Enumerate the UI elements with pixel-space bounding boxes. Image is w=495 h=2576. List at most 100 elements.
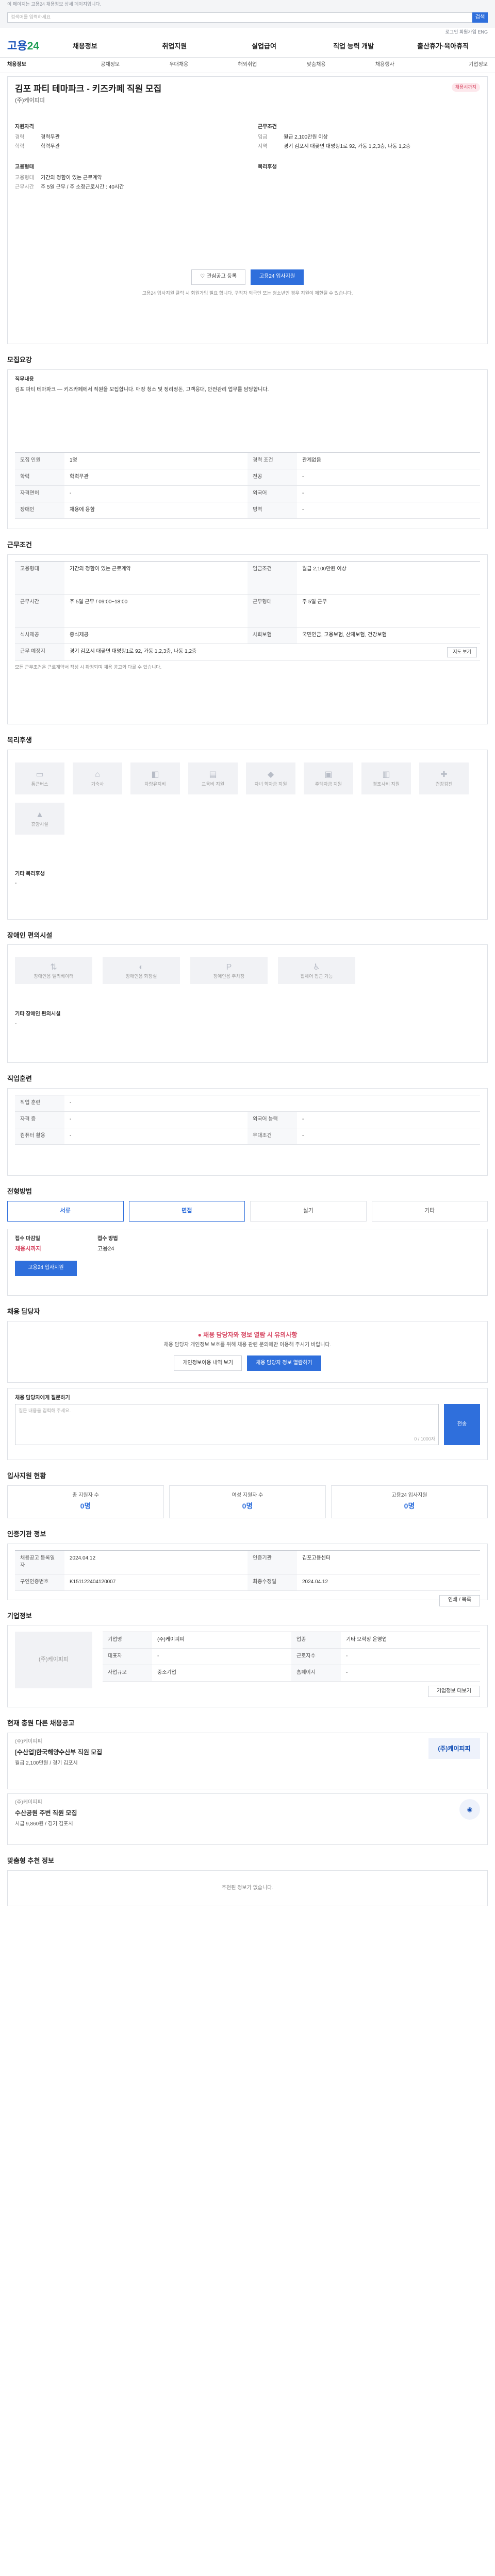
recv-value: 채용시까지 — [15, 1245, 41, 1252]
nav-menu-4[interactable]: 직업 능력 개발 — [309, 42, 399, 52]
facility-tile: ◐ 장애인용 화장실 — [103, 957, 180, 985]
table-row: 고용형태 기간의 정함이 있는 근로계약 임금조건 월급 2,100만원 이상 — [15, 561, 480, 595]
accessibility-section: 장애인 편의시설 ⇅ 장애인용 엘리베이터 ◐ 장애인용 화장실 P 장애인용 주차장… — [7, 931, 488, 1063]
emp-key: 근무시간 — [15, 184, 34, 190]
facility-tile: ⇅ 장애인용 엘리베이터 — [15, 957, 92, 985]
emp-heading: 고용형태 — [15, 164, 34, 171]
emp-value: 주 5일 근무 / 주 소정근로시간 : 40시간 — [41, 184, 124, 190]
welfare-tile: ◆ 자녀 학자금 지원 — [246, 762, 295, 794]
sub-nav-7[interactable]: 기업정보 — [419, 61, 488, 69]
wheelchair-icon: ♿ — [312, 963, 321, 972]
company-section: 기업정보 (주)케이피피 기업명 (주)케이피피 업종 기타 오락장 운영업 대표자 -… — [7, 1612, 488, 1708]
print-button[interactable]: 인쇄 / 목록 — [439, 1595, 480, 1606]
training-section: 직업훈련 직업 훈련 - 자격 증 - 외국어 능력 - 컴퓨터 활용 - 우대조건 - — [7, 1074, 488, 1176]
cond-key: 지역 — [258, 144, 268, 150]
list-corp: (주)케이피피 — [15, 1739, 42, 1745]
money-icon: ▣ — [324, 770, 333, 779]
job-title: 김포 파티 테마파크 - 키즈카페 직원 모집 — [15, 84, 162, 94]
list-title[interactable]: 수산공원 주변 직원 모집 — [15, 1809, 454, 1818]
list-meta: 월급 2,100만원 / 경기 김포시 — [15, 1760, 78, 1767]
welfare-tile: ▭ 통근버스 — [15, 762, 64, 794]
table-row: 근무시간 주 5일 근무 / 09:00~18:00 근무형태 주 5일 근무 — [15, 594, 480, 628]
util-links[interactable]: 로그인 회원가입 ENG — [0, 28, 495, 36]
other-facility-heading: 기타 장애인 편의시설 — [15, 1011, 61, 1018]
training-heading: 직업훈련 — [7, 1075, 32, 1083]
welfare-heading: 복리후생 — [258, 164, 277, 171]
table-row: 장애인 채용에 응함 병역 - — [15, 502, 480, 519]
welfare-tile: ▥ 경조사비 지원 — [361, 762, 411, 794]
sub-nav-1[interactable]: 채용정보 — [7, 61, 76, 69]
apply-button[interactable]: 고용24 입사지원 — [250, 269, 304, 285]
list-item[interactable]: (주)케이피피 [수산업]한국해양수산부 직원 모집 월급 2,100만원 / … — [7, 1733, 488, 1790]
apply-button-2[interactable]: 고용24 입사지원 — [15, 1260, 77, 1276]
send-question-button[interactable]: 전송 — [444, 1404, 480, 1446]
duty-heading: 직무내용 — [15, 376, 34, 382]
sub-nav-2[interactable]: 공채정보 — [76, 61, 144, 69]
alert-icon: ● — [197, 1331, 202, 1338]
company-more-button[interactable]: 기업정보 더보기 — [427, 1686, 480, 1698]
nav-menu-2[interactable]: 취업지원 — [130, 42, 220, 52]
contact-section: 채용 담당자 ● 채용 담당자와 정보 열람 시 유의사항 채용 담당자 개인정… — [7, 1307, 488, 1460]
house-icon: ⌂ — [95, 770, 100, 779]
tab-interview[interactable]: 면접 — [128, 1201, 245, 1222]
view-contact-button[interactable]: 채용 담당자 정보 열람하기 — [247, 1355, 321, 1371]
nav-menu-3[interactable]: 실업급여 — [219, 42, 309, 52]
elevator-icon: ⇅ — [50, 963, 57, 972]
list-title[interactable]: [수산업]한국해양수산부 직원 모집 — [15, 1748, 423, 1757]
search-input[interactable]: 검색어를 입력하세요 — [7, 12, 472, 23]
welfare-tile: ▣ 주택자금 지원 — [304, 762, 353, 794]
recommend-heading: 맞춤형 추천 정보 — [7, 1857, 54, 1865]
search-bar: 검색어를 입력하세요 검색 — [0, 7, 495, 28]
company-logo: (주)케이피피 — [15, 1632, 92, 1689]
detail-table: 모집 인원 1명 경력 조건 관계없음 학력 학력무관 전공 - 자격면허 - 외국어 - 장애인… — [15, 452, 480, 519]
resort-icon: ▲ — [36, 810, 44, 820]
health-icon: ✚ — [440, 770, 448, 779]
table-row: 기업명 (주)케이피피 업종 기타 오락장 운영업 — [103, 1632, 480, 1649]
cond-value: 경기 김포시 대곶면 대명항1로 92, 가동 1,2,3층, 나동 1,2층 — [284, 144, 411, 150]
heart-icon: ♡ — [200, 274, 205, 280]
notice-bar: 이 페이지는 고용24 채용정보 상세 페이지입니다. — [0, 0, 495, 7]
scrap-button[interactable]: ♡ 관심공고 등록 — [191, 269, 245, 285]
sub-nav-4[interactable]: 해외취업 — [213, 61, 282, 69]
facility-tile: ♿ 휠체어 접근 가능 — [278, 957, 355, 985]
tab-practical[interactable]: 실기 — [250, 1201, 367, 1222]
welfare-heading: 복리후생 — [7, 736, 32, 744]
tab-document[interactable]: 서류 — [7, 1201, 124, 1222]
privacy-history-button[interactable]: 개인정보이용 내역 보기 — [174, 1355, 242, 1371]
search-button[interactable]: 검색 — [472, 12, 488, 23]
question-textarea[interactable]: 질문 내용을 입력해 주세요. 0 / 1000자 — [15, 1404, 439, 1446]
list-meta: 시급 9,860원 / 경기 김포시 — [15, 1821, 73, 1827]
table-row: 자격면허 - 외국어 - — [15, 486, 480, 503]
qual-value: 경력무관 — [41, 134, 60, 141]
char-count: 0 / 1000자 — [414, 1436, 435, 1442]
welfare-tile: ✚ 건강검진 — [419, 762, 469, 794]
logo[interactable]: 고용24 — [7, 39, 40, 54]
table-row: 직업 훈련 - — [15, 1095, 480, 1112]
other-facility-value: - — [15, 1021, 17, 1027]
list-item[interactable]: (주)케이피피 수산공원 주변 직원 모집 시급 9,860원 / 경기 김포시… — [7, 1793, 488, 1845]
method-section: 전형방법 서류 면접 실기 기타 접수 마감일 채용시까지 고용24 입사지원 … — [7, 1187, 488, 1296]
list-corp: (주)케이피피 — [15, 1800, 42, 1806]
nav-menu-5[interactable]: 출산휴가·육아휴직 — [398, 42, 488, 52]
company-name[interactable]: (주)케이피피 — [15, 97, 480, 105]
tab-etc[interactable]: 기타 — [371, 1201, 488, 1222]
gift-icon: ▥ — [382, 770, 390, 779]
sub-nav-3[interactable]: 우대채용 — [144, 61, 213, 69]
other-welfare-value: - — [15, 880, 17, 887]
sub-nav-6[interactable]: 채용행사 — [351, 61, 419, 69]
parking-icon: P — [226, 963, 232, 972]
question-heading: 채용 담당자에게 질문하기 — [15, 1395, 70, 1401]
contact-heading: 채용 담당자 — [7, 1308, 40, 1316]
qual-heading: 지원자격 — [15, 124, 34, 130]
sub-nav-5[interactable]: 맞춤채용 — [282, 61, 351, 69]
detail-heading: 모집요강 — [7, 356, 32, 364]
other-welfare-heading: 기타 복리후생 — [15, 871, 45, 877]
detail-section: 모집요강 직무내용 김포 파티 테마파크 — 키즈카페에서 직원을 모집합니다.… — [7, 355, 488, 529]
toilet-icon: ◐ — [139, 963, 144, 972]
map-button[interactable]: 지도 보기 — [447, 647, 477, 657]
company-heading: 기업정보 — [7, 1612, 32, 1620]
nav-menu-1[interactable]: 채용정보 — [40, 42, 130, 52]
accessibility-heading: 장애인 편의시설 — [7, 931, 53, 939]
recommend-section: 맞춤형 추천 정보 추천된 정보가 없습니다. — [7, 1856, 488, 1907]
cond-key: 임금 — [258, 134, 268, 141]
